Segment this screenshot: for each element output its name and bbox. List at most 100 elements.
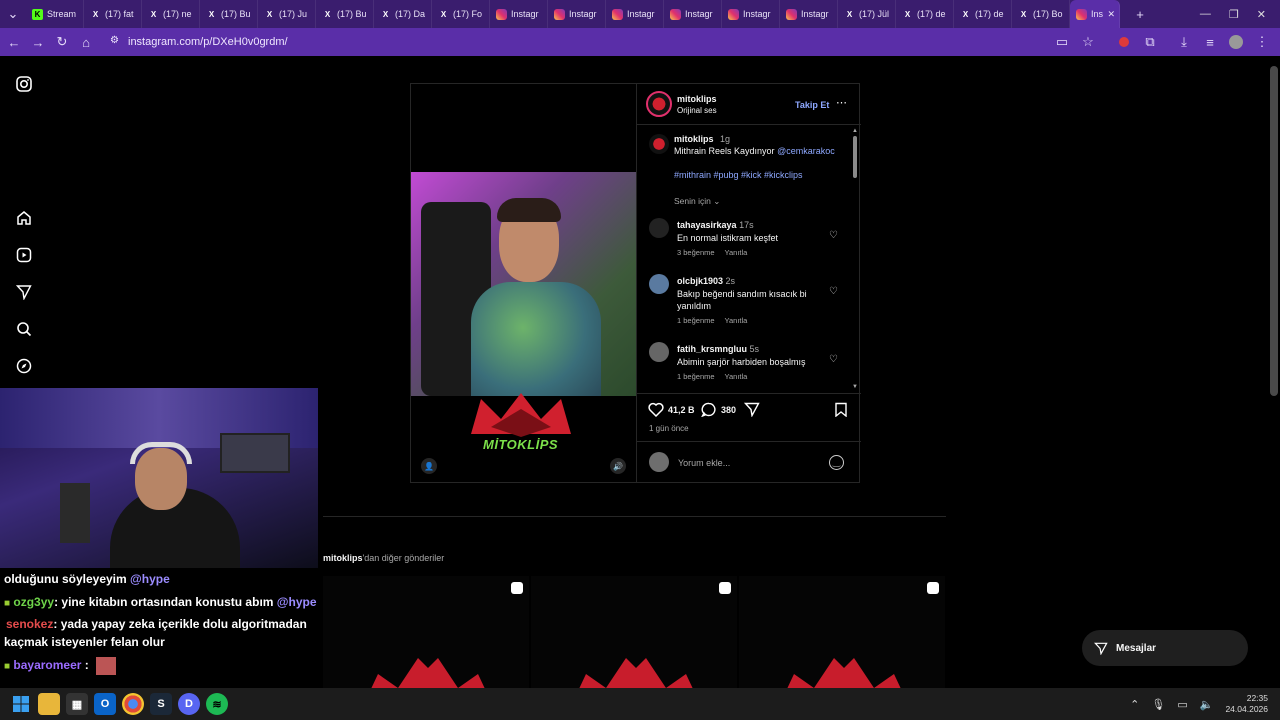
file-explorer-icon[interactable] [38, 693, 60, 715]
comment-username[interactable]: tahayasirkaya [677, 220, 737, 230]
tab-6[interactable]: X (17) Da [374, 0, 432, 28]
comment-like-heart-icon[interactable]: ♡ [829, 286, 838, 297]
save-bookmark-icon[interactable] [834, 402, 848, 422]
extensions-icon[interactable]: ⧉ [1138, 30, 1162, 54]
comment-avatar[interactable] [649, 274, 669, 294]
discord-icon[interactable]: D [178, 693, 200, 715]
volume-icon[interactable]: 🔈 [1200, 698, 1214, 711]
back-icon[interactable]: ← [2, 30, 26, 54]
comment-username[interactable]: olcbjk1903 [677, 276, 723, 286]
caption-mention[interactable]: @cemkarakoc [777, 146, 835, 156]
profile-avatar[interactable] [1224, 30, 1248, 54]
scroll-up-icon[interactable]: ▲ [852, 128, 858, 134]
tab-12[interactable]: Instagr [722, 0, 780, 28]
address-bar[interactable]: ⚙ instagram.com/p/DXeH0v0grdm/ [104, 32, 1124, 52]
tab-2[interactable]: X (17) ne [142, 0, 200, 28]
tab-7[interactable]: X (17) Fo [432, 0, 490, 28]
tab-5[interactable]: X (17) Bu [316, 0, 374, 28]
comment-username[interactable]: fatih_krsmngluu [677, 344, 747, 354]
restore-icon[interactable]: ❐ [1229, 8, 1239, 21]
minimize-icon[interactable]: — [1200, 8, 1211, 21]
tagged-user-icon[interactable]: 👤 [421, 458, 437, 474]
site-info-icon[interactable]: ⚙ [110, 35, 119, 46]
comment-avatar[interactable] [649, 218, 669, 238]
post-thumbnail[interactable] [323, 576, 529, 688]
tab-13[interactable]: Instagr [780, 0, 838, 28]
like-heart-icon[interactable] [648, 402, 664, 417]
home-nav-icon[interactable] [12, 206, 36, 230]
comment-group[interactable]: 380 [701, 402, 736, 417]
comment-icon[interactable] [701, 402, 717, 417]
follow-button[interactable]: Takip Et [795, 100, 829, 110]
caption-hashtags[interactable]: #mithrain #pubg #kick #kickclips [674, 170, 803, 180]
tab-17[interactable]: X (17) Bo [1012, 0, 1070, 28]
emoji-icon[interactable]: ‿ [829, 455, 844, 470]
comment-count[interactable]: 380 [721, 405, 736, 415]
share-icon[interactable] [743, 402, 760, 422]
new-tab-icon[interactable]: + [1128, 2, 1152, 26]
scroll-thumb[interactable] [853, 136, 857, 178]
reply-button[interactable]: Yanıtla [725, 372, 748, 381]
menu-icon[interactable]: ⋮ [1250, 30, 1274, 54]
reels-nav-icon[interactable] [12, 243, 36, 267]
comment-likes[interactable]: 1 beğenme [677, 316, 715, 325]
reply-button[interactable]: Yanıtla [725, 316, 748, 325]
tab-11[interactable]: Instagr [664, 0, 722, 28]
download-icon[interactable]: ⤓ [1172, 30, 1196, 54]
tab-3[interactable]: X (17) Bu [200, 0, 258, 28]
caption-author[interactable]: mitoklips [674, 134, 714, 144]
sound-icon[interactable]: 🔊 [610, 458, 626, 474]
tab-search-icon[interactable]: ⌄ [0, 2, 26, 26]
media-control-icon[interactable]: ≡ [1198, 30, 1222, 54]
comment-likes[interactable]: 1 beğenme [677, 372, 715, 381]
scroll-down-icon[interactable]: ▼ [852, 384, 858, 390]
close-tab-icon[interactable]: ✕ [1107, 9, 1115, 20]
tab-14[interactable]: X (17) Jül [838, 0, 896, 28]
comments-scrollbar[interactable]: ▲ ▼ [852, 128, 858, 390]
tab-4[interactable]: X (17) Ju [258, 0, 316, 28]
more-posts-author[interactable]: mitoklips [323, 553, 363, 563]
tab-15[interactable]: X (17) de [896, 0, 954, 28]
comment-like-heart-icon[interactable]: ♡ [829, 230, 838, 241]
tab-16[interactable]: X (17) de [954, 0, 1012, 28]
tab-9[interactable]: Instagr [548, 0, 606, 28]
tab-0[interactable]: K Stream [26, 0, 84, 28]
search-nav-icon[interactable] [12, 317, 36, 341]
spotify-icon[interactable]: ≋ [206, 693, 228, 715]
store-icon[interactable]: ▦ [66, 693, 88, 715]
explore-nav-icon[interactable] [12, 354, 36, 378]
chrome-icon[interactable] [122, 693, 144, 715]
reload-icon[interactable]: ↻ [50, 30, 74, 54]
comment-input[interactable]: Yorum ekle... [678, 458, 730, 468]
instagram-logo-icon[interactable] [12, 72, 36, 96]
author-avatar[interactable] [646, 91, 672, 117]
author-name[interactable]: mitoklips [677, 94, 717, 104]
microphone-icon[interactable]: 🎙 [1151, 698, 1165, 711]
more-options-icon[interactable]: ⋯ [836, 96, 847, 109]
tab-10[interactable]: Instagr [606, 0, 664, 28]
comment-filter[interactable]: Senin için ⌄ [674, 196, 720, 207]
display-icon[interactable]: ▭ [1177, 698, 1187, 711]
messages-button[interactable]: Mesajlar [1082, 630, 1248, 666]
home-icon[interactable]: ⌂ [74, 30, 98, 54]
like-group[interactable]: 41,2 B [648, 402, 695, 417]
tab-1[interactable]: X (17) fat [84, 0, 142, 28]
post-video[interactable]: MİTOKLİPS 👤 🔊 [411, 84, 636, 482]
close-window-icon[interactable]: ✕ [1257, 8, 1266, 21]
outlook-icon[interactable]: O [94, 693, 116, 715]
post-thumbnail[interactable] [531, 576, 737, 688]
comment-like-heart-icon[interactable]: ♡ [829, 354, 838, 365]
page-scrollbar[interactable] [1270, 66, 1278, 396]
reply-button[interactable]: Yanıtla [725, 248, 748, 257]
steam-icon[interactable]: S [150, 693, 172, 715]
windows-start-icon[interactable] [10, 693, 32, 715]
like-count[interactable]: 41,2 B [668, 405, 695, 415]
comment-avatar[interactable] [649, 342, 669, 362]
comment-likes[interactable]: 3 beğenme [677, 248, 715, 257]
tab-8[interactable]: Instagr [490, 0, 548, 28]
caption-avatar[interactable] [649, 134, 669, 154]
forward-icon[interactable]: → [26, 30, 50, 54]
clock[interactable]: 22:35 24.04.2026 [1225, 693, 1268, 715]
tab-active[interactable]: Ins ✕ [1070, 0, 1120, 28]
tray-chevron-icon[interactable]: ⌃ [1130, 698, 1139, 711]
